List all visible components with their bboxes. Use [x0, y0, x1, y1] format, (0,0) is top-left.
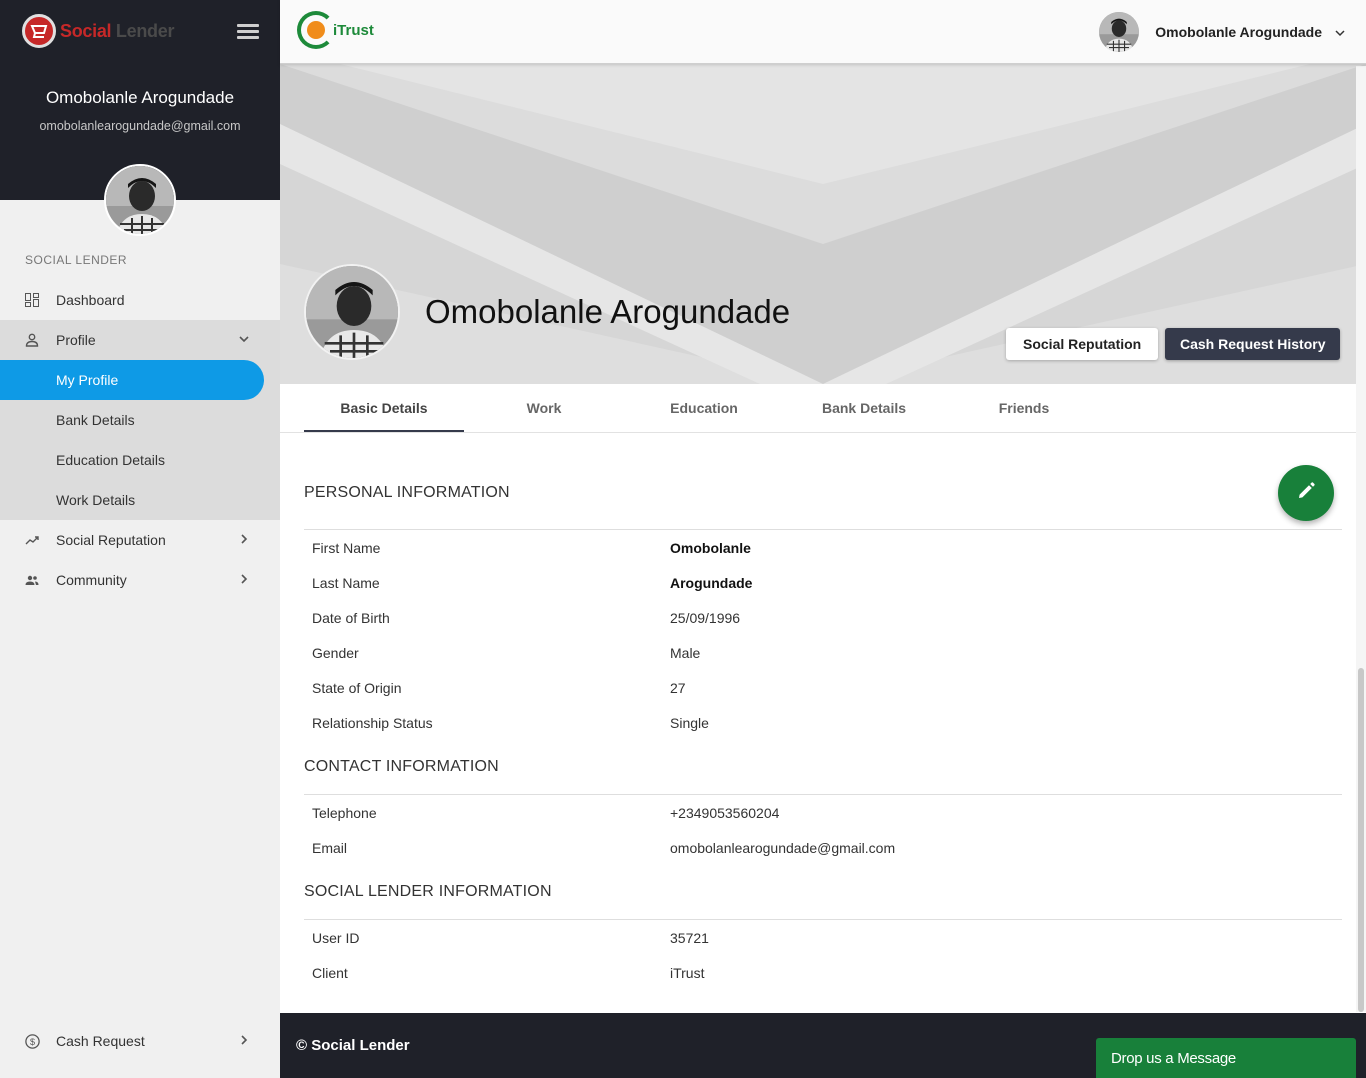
- info-value: iTrust: [670, 965, 705, 981]
- info-label: Client: [312, 965, 348, 981]
- info-value: Single: [670, 715, 709, 731]
- info-label: User ID: [312, 930, 360, 946]
- sidebar-user-name: Omobolanle Arogundade: [45, 88, 235, 107]
- itrust-logo-text: iTrust: [333, 21, 374, 39]
- sidebar-item-label: Cash Request: [56, 1033, 145, 1049]
- itrust-logo[interactable]: iTrust: [297, 11, 374, 49]
- sidebar-item-work-details[interactable]: Work Details: [0, 480, 280, 520]
- info-value: Arogundade: [670, 575, 753, 591]
- sidebar-item-dashboard[interactable]: Dashboard: [0, 280, 280, 320]
- itrust-logo-icon: [297, 11, 335, 49]
- chevron-down-icon: [1334, 26, 1346, 38]
- tab-friends[interactable]: Friends: [944, 384, 1104, 432]
- info-label: First Name: [312, 540, 381, 556]
- sidebar-section-label: SOCIAL LENDER: [25, 253, 128, 267]
- sidebar-user-email: omobolanlearogundade@gmail.com: [39, 119, 241, 133]
- info-value: Omobolanle: [670, 540, 751, 556]
- sidebar-menu: Dashboard Profile My Profile Bank Detail…: [0, 280, 280, 600]
- tab-bank-details[interactable]: Bank Details: [784, 384, 944, 432]
- tab-work[interactable]: Work: [464, 384, 624, 432]
- info-label: Telephone: [312, 805, 377, 821]
- tab-education[interactable]: Education: [624, 384, 784, 432]
- user-menu[interactable]: Omobolanle Arogundade: [1099, 12, 1346, 52]
- profile-cover: Omobolanle Arogundade Social Reputation …: [280, 64, 1366, 384]
- sidebar-item-cash-request[interactable]: $ Cash Request: [0, 1021, 280, 1061]
- sidebar-item-label: Social Reputation: [56, 532, 166, 548]
- footer-copyright: © Social Lender: [296, 1037, 410, 1054]
- trending-up-icon: [24, 532, 40, 548]
- info-value: 25/09/1996: [670, 610, 741, 626]
- tab-basic-details[interactable]: Basic Details: [304, 384, 464, 432]
- divider: [304, 529, 1342, 530]
- chevron-right-icon: [237, 572, 251, 586]
- pencil-icon: [1296, 481, 1316, 506]
- profile-tabs: Basic Details Work Education Bank Detail…: [280, 384, 1366, 433]
- top-bar: iTrust Omobolanle Arogundade: [280, 0, 1366, 64]
- info-label: Relationship Status: [312, 715, 433, 731]
- sidebar-item-label: Community: [56, 572, 127, 588]
- chevron-right-icon: [237, 1033, 251, 1047]
- profile-submenu: My Profile Bank Details Education Detail…: [0, 360, 280, 520]
- sidebar-item-label: Profile: [56, 332, 96, 348]
- social-lender-logo-icon: [22, 14, 56, 48]
- info-label: Gender: [312, 645, 359, 661]
- contact-info-title: CONTACT INFORMATION: [304, 758, 499, 775]
- personal-info-title: PERSONAL INFORMATION: [304, 484, 510, 501]
- edit-profile-button[interactable]: [1278, 465, 1334, 521]
- info-value: 27: [670, 680, 686, 696]
- sidebar-item-education-details[interactable]: Education Details: [0, 440, 280, 480]
- svg-text:$: $: [29, 1037, 34, 1047]
- scrollbar-thumb[interactable]: [1358, 668, 1364, 1012]
- info-value: Male: [670, 645, 701, 661]
- dollar-icon: $: [24, 1033, 40, 1049]
- footer: © Social Lender Drop us a Message: [280, 1013, 1366, 1078]
- top-bar-user-name: Omobolanle Arogundade: [1155, 24, 1322, 40]
- social-lender-info-title: SOCIAL LENDER INFORMATION: [304, 883, 552, 900]
- info-label: Last Name: [312, 575, 380, 591]
- info-label: Date of Birth: [312, 610, 390, 626]
- dashboard-icon: [24, 292, 40, 308]
- divider: [304, 919, 1342, 920]
- info-value: 35721: [670, 930, 709, 946]
- divider: [304, 794, 1342, 795]
- brand[interactable]: Social Lender: [22, 14, 174, 48]
- sidebar-item-community[interactable]: Community: [0, 560, 280, 600]
- info-value: omobolanlearogundade@gmail.com: [670, 840, 896, 856]
- sidebar-item-social-reputation[interactable]: Social Reputation: [0, 520, 280, 560]
- sidebar-avatar[interactable]: [104, 164, 176, 236]
- profile-details: PERSONAL INFORMATION First Name Omobolan…: [280, 433, 1366, 1013]
- profile-name: Omobolanle Arogundade: [425, 293, 791, 330]
- social-reputation-button[interactable]: Social Reputation: [1006, 328, 1159, 360]
- sidebar-item-my-profile[interactable]: My Profile: [0, 360, 264, 400]
- chevron-right-icon: [237, 532, 251, 546]
- brand-name-part2: Lender: [111, 20, 175, 41]
- avatar: [1099, 12, 1140, 52]
- sidebar-item-profile[interactable]: Profile: [0, 320, 280, 360]
- sidebar-item-bank-details[interactable]: Bank Details: [0, 400, 280, 440]
- cash-request-history-button[interactable]: Cash Request History: [1165, 328, 1341, 360]
- sidebar: Social Lender Omobolanle Arogundade omob…: [0, 0, 280, 1078]
- info-value: +2349053560204: [670, 805, 780, 821]
- people-icon: [24, 572, 40, 588]
- menu-toggle-icon[interactable]: [237, 24, 259, 40]
- info-label: State of Origin: [312, 680, 402, 696]
- profile-avatar[interactable]: [304, 264, 400, 360]
- sidebar-bottom-menu: $ Cash Request: [0, 1021, 280, 1061]
- person-icon: [24, 332, 40, 348]
- brand-name-part1: Social: [60, 20, 112, 41]
- sidebar-item-label: Dashboard: [56, 292, 125, 308]
- drop-message-button[interactable]: Drop us a Message: [1096, 1038, 1356, 1078]
- info-label: Email: [312, 840, 348, 856]
- chevron-down-icon: [237, 332, 251, 346]
